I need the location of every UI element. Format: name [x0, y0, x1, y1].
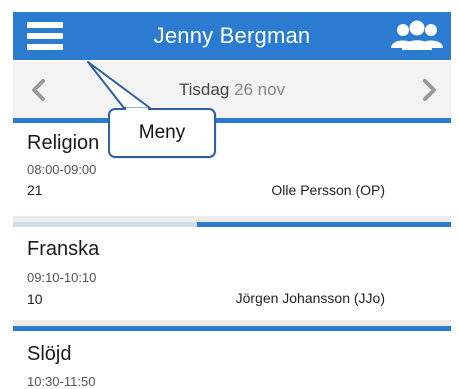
date-navigation: Tisdag 26 nov: [13, 62, 451, 120]
lesson-subject: Religion: [27, 132, 100, 154]
menu-callout: Meny: [108, 108, 216, 158]
lesson-card[interactable]: Religion 08:00-09:00 21 Olle Persson (OP…: [13, 118, 451, 216]
lesson-subject: Slöjd: [27, 343, 72, 365]
lesson-room: 21: [27, 182, 43, 198]
current-date: Tisdag 26 nov: [13, 62, 451, 118]
page-title: Jenny Bergman: [153, 23, 311, 48]
lesson-teacher: Jörgen Johansson (JJo): [235, 290, 385, 306]
callout-label: Meny: [138, 122, 186, 143]
app-header: Jenny Bergman: [13, 12, 451, 60]
chevron-right-icon[interactable]: [413, 76, 443, 104]
date-value: 26 nov: [234, 80, 286, 99]
lesson-teacher: Olle Persson (OP): [271, 182, 385, 198]
lesson-time: 10:30-11:50: [27, 374, 96, 389]
lesson-card[interactable]: Slöjd 10:30-11:50: [13, 326, 451, 389]
date-day: Tisdag: [178, 80, 230, 99]
lesson-time: 08:00-09:00: [27, 162, 97, 177]
lesson-card[interactable]: Franska 09:10-10:10 10 Jörgen Johansson …: [13, 222, 451, 320]
lesson-time: 09:10-10:10: [27, 270, 97, 285]
lesson-room: 10: [27, 291, 43, 307]
users-group-icon[interactable]: [389, 20, 445, 52]
lesson-subject: Franska: [27, 238, 100, 260]
